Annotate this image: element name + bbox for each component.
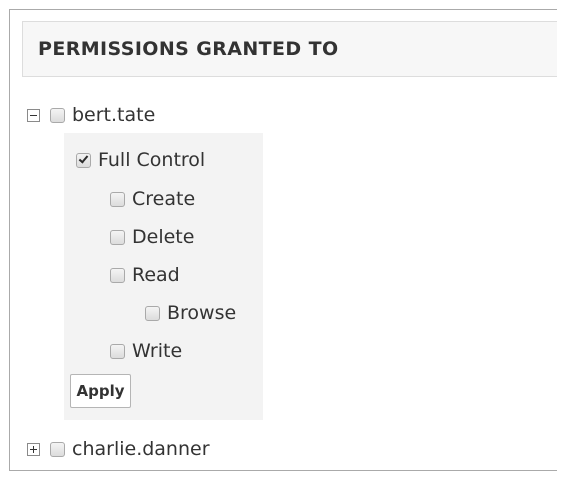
tree-node-charlie-danner: charlie.danner <box>27 436 210 462</box>
checkbox-delete[interactable] <box>110 229 125 245</box>
user-checkbox-bert-tate[interactable] <box>50 107 65 123</box>
tree-node-bert-tate: bert.tate <box>27 102 155 128</box>
checkbox-read[interactable] <box>110 267 125 283</box>
permission-create: Create <box>110 186 195 212</box>
checkbox-full-control[interactable] <box>76 152 91 168</box>
permission-label: Create <box>132 188 196 210</box>
checkbox-browse[interactable] <box>145 305 160 321</box>
permission-full-control: Full Control <box>76 147 205 173</box>
permission-browse: Browse <box>145 300 236 326</box>
expand-toggle-icon[interactable] <box>27 442 40 456</box>
apply-button[interactable]: Apply <box>70 374 131 408</box>
permission-label: Browse <box>167 302 237 324</box>
collapse-toggle-icon[interactable] <box>27 108 40 122</box>
permission-delete: Delete <box>110 224 194 250</box>
permission-write: Write <box>110 338 182 364</box>
permission-label: Delete <box>132 226 195 248</box>
user-label: bert.tate <box>72 104 156 126</box>
permission-label: Write <box>132 340 183 362</box>
permission-label: Read <box>132 264 180 286</box>
user-checkbox-charlie-danner[interactable] <box>50 441 65 457</box>
permissions-header: PERMISSIONS GRANTED TO <box>22 21 557 77</box>
permission-label: Full Control <box>98 149 206 171</box>
checkbox-write[interactable] <box>110 343 125 359</box>
user-label: charlie.danner <box>72 438 210 460</box>
checkbox-create[interactable] <box>110 191 125 207</box>
page-title: PERMISSIONS GRANTED TO <box>38 38 339 60</box>
permission-read: Read <box>110 262 180 288</box>
